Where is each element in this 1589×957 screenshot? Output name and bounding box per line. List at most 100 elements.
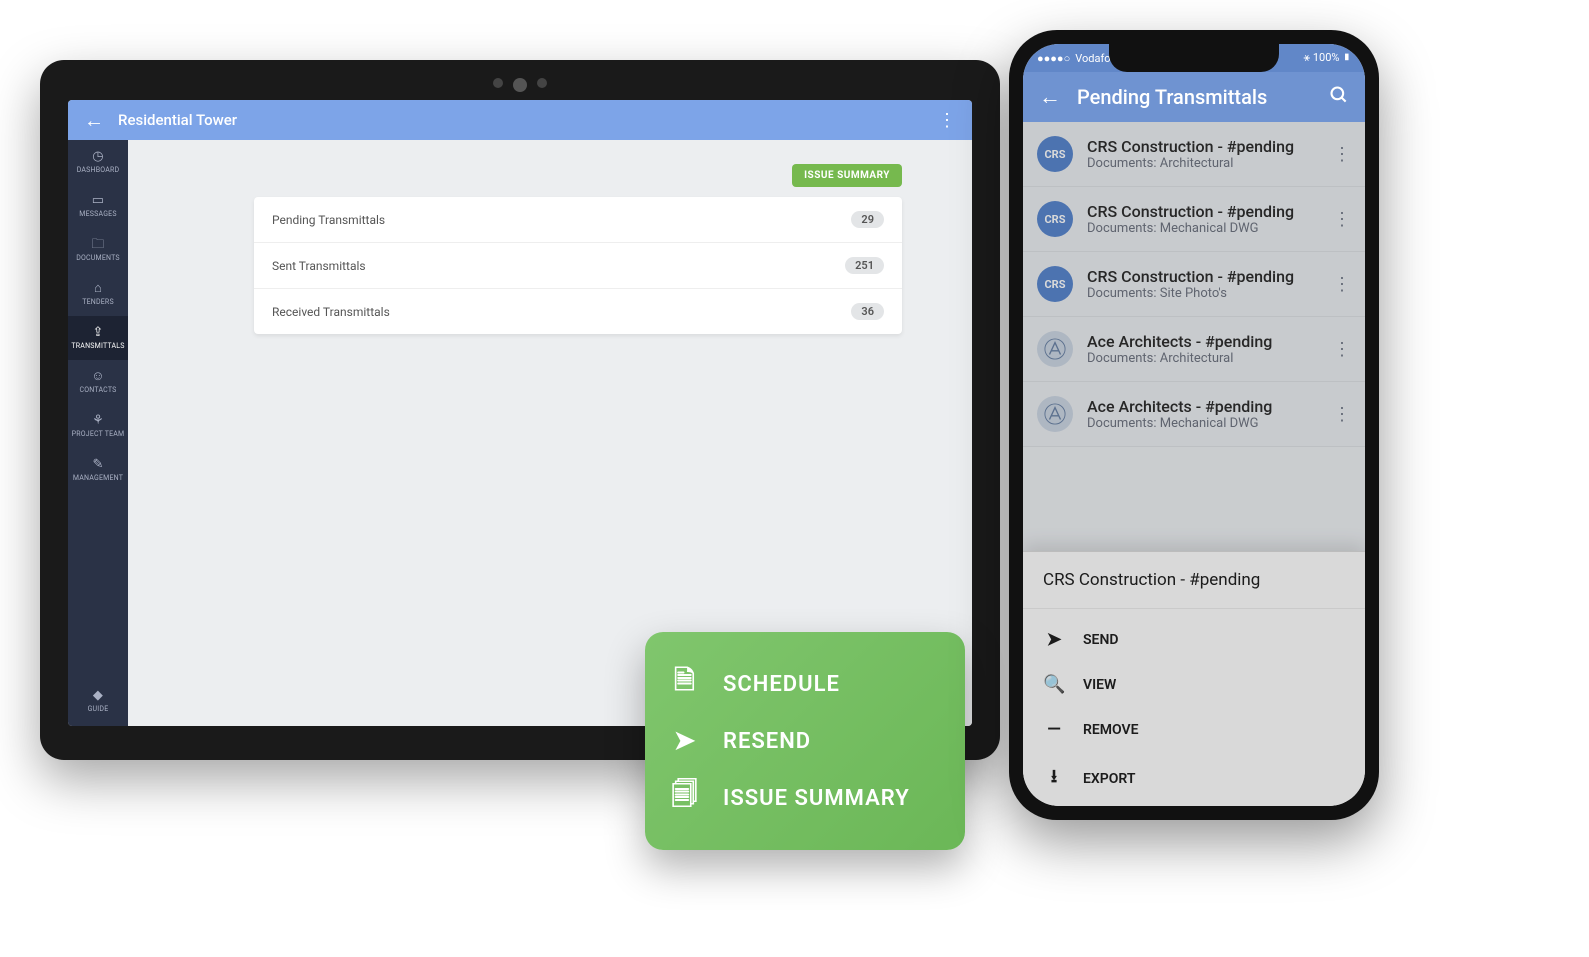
list-item[interactable]: CRS CRS Construction - #pendingDocuments:… — [1023, 252, 1365, 317]
sheet-action-view[interactable]: 🔍VIEW — [1023, 662, 1365, 707]
transmittal-row[interactable]: Pending Transmittals 29 — [254, 197, 902, 243]
sheet-action-label: EXPORT — [1083, 771, 1135, 787]
nav-label: GUIDE — [88, 706, 109, 713]
sidebar-item-messages[interactable]: ▭ MESSAGES — [68, 184, 128, 228]
item-subtitle: Documents: Site Photo's — [1087, 286, 1319, 301]
nav-label: DASHBOARD — [77, 167, 120, 174]
action-label: ISSUE SUMMARY — [723, 786, 910, 811]
sidebar-item-tenders[interactable]: ⌂ TENDERS — [68, 272, 128, 316]
sidebar: ◷ DASHBOARD ▭ MESSAGES 🗀 DOCUMENTS ⌂ TENDERS ⇪TR… — [68, 140, 128, 726]
nav-label: MANAGEMENT — [73, 475, 123, 482]
more-icon[interactable]: ⋮ — [938, 110, 956, 131]
item-title: CRS Construction - #pending — [1087, 267, 1319, 286]
nav-icon: ☺ — [91, 370, 104, 383]
more-icon[interactable]: ⋮ — [1333, 274, 1351, 295]
battery-label: 100% — [1313, 51, 1340, 64]
more-icon[interactable]: ⋮ — [1333, 404, 1351, 425]
list-item[interactable]: CRS CRS Construction - #pendingDocuments:… — [1023, 122, 1365, 187]
avatar: CRS — [1037, 266, 1073, 302]
app-bar: ← Residential Tower ⋮ — [68, 100, 972, 140]
action-sheet: CRS Construction - #pending ➤SEND🔍VIEW—RE… — [1023, 551, 1365, 806]
battery-icon: ▮ — [1342, 51, 1351, 64]
avatar — [1037, 331, 1073, 367]
sheet-action-label: VIEW — [1083, 677, 1116, 693]
sidebar-item-project-team[interactable]: ⚘ PROJECT TEAM — [68, 404, 128, 448]
action-resend[interactable]: ➤ RESEND — [669, 716, 941, 766]
bluetooth-icon: ⚹ — [1304, 51, 1311, 64]
avatar — [1037, 396, 1073, 432]
list-item[interactable]: Ace Architects - #pendingDocuments: Mech… — [1023, 382, 1365, 447]
more-icon[interactable]: ⋮ — [1333, 339, 1351, 360]
list-item[interactable]: Ace Architects - #pendingDocuments: Arch… — [1023, 317, 1365, 382]
page-title: Residential Tower — [118, 111, 237, 129]
nav-icon: ◷ — [92, 150, 104, 163]
nav-icon: ⌂ — [94, 282, 102, 295]
action-schedule[interactable]: 🗎 SCHEDULE — [669, 652, 941, 716]
item-subtitle: Documents: Mechanical DWG — [1087, 416, 1319, 431]
sidebar-item-dashboard[interactable]: ◷ DASHBOARD — [68, 140, 128, 184]
back-icon[interactable]: ← — [84, 108, 104, 133]
list-item[interactable]: CRS CRS Construction - #pendingDocuments:… — [1023, 187, 1365, 252]
sheet-action-export[interactable]: ⭳ EXPORT — [1023, 752, 1365, 806]
sidebar-item-guide[interactable]: ◆ GUIDE — [68, 676, 128, 726]
transmittal-row[interactable]: Received Transmittals 36 — [254, 289, 902, 334]
search-icon[interactable] — [1329, 85, 1349, 110]
sheet-title: CRS Construction - #pending — [1023, 552, 1365, 600]
count-badge: 251 — [845, 257, 884, 274]
back-icon[interactable]: ← — [1039, 84, 1061, 110]
row-label: Received Transmittals — [272, 305, 390, 319]
item-subtitle: Documents: Mechanical DWG — [1087, 221, 1319, 236]
sidebar-item-documents[interactable]: 🗀 DOCUMENTS — [68, 228, 128, 272]
item-title: Ace Architects - #pending — [1087, 397, 1319, 416]
count-badge: 36 — [851, 303, 884, 320]
avatar: CRS — [1037, 136, 1073, 172]
item-title: CRS Construction - #pending — [1087, 137, 1319, 156]
nav-icon: ⇪ — [92, 326, 103, 339]
action-label: RESEND — [723, 729, 811, 754]
sheet-action-remove[interactable]: —REMOVE — [1023, 707, 1365, 752]
item-subtitle: Documents: Architectural — [1087, 351, 1319, 366]
guide-icon: ◆ — [93, 689, 103, 702]
action-icon: ➤ — [669, 726, 701, 756]
nav-icon: ✎ — [92, 458, 103, 471]
sidebar-item-contacts[interactable]: ☺ CONTACTS — [68, 360, 128, 404]
phone-screen: ●●●●○ Vodafone AU 1:57 ⚹ 100% ▮ ← Pendin… — [1023, 44, 1365, 806]
nav-label: PROJECT TEAM — [72, 431, 125, 438]
action-icon: 🗎 — [669, 662, 701, 706]
item-title: CRS Construction - #pending — [1087, 202, 1319, 221]
issue-summary-button[interactable]: ISSUE SUMMARY — [792, 164, 902, 187]
item-subtitle: Documents: Architectural — [1087, 156, 1319, 171]
more-icon[interactable]: ⋮ — [1333, 144, 1351, 165]
action-label: SCHEDULE — [723, 672, 840, 697]
nav-label: CONTACTS — [79, 387, 116, 394]
nav-label: DOCUMENTS — [76, 255, 120, 262]
action-panel: 🗎 SCHEDULE ➤ RESEND 🗐 ISSUE SUMMARY — [645, 632, 965, 850]
sidebar-item-management[interactable]: ✎ MANAGEMENT — [68, 448, 128, 492]
item-title: Ace Architects - #pending — [1087, 332, 1319, 351]
nav-icon: ▭ — [92, 194, 104, 207]
transmittal-row[interactable]: Sent Transmittals 251 — [254, 243, 902, 289]
count-badge: 29 — [851, 211, 884, 228]
phone-header: ← Pending Transmittals — [1023, 72, 1365, 122]
more-icon[interactable]: ⋮ — [1333, 209, 1351, 230]
sheet-action-send[interactable]: ➤SEND — [1023, 617, 1365, 662]
phone-device: ●●●●○ Vodafone AU 1:57 ⚹ 100% ▮ ← Pendin… — [1009, 30, 1379, 820]
phone-notch — [1109, 44, 1279, 72]
action-issue-summary[interactable]: 🗐 ISSUE SUMMARY — [669, 766, 941, 830]
sidebar-item-transmittals[interactable]: ⇪TRANSMITTALS — [68, 316, 128, 360]
nav-label: TENDERS — [82, 299, 114, 306]
tablet-camera — [40, 78, 1000, 92]
nav-icon: ⚘ — [92, 414, 104, 427]
signal-dots-icon: ●●●●○ — [1037, 52, 1070, 65]
phone-title: Pending Transmittals — [1077, 85, 1313, 109]
sheet-action-label: REMOVE — [1083, 722, 1139, 738]
sheet-action-label: SEND — [1083, 632, 1118, 648]
row-label: Pending Transmittals — [272, 213, 385, 227]
action-icon: 🗐 — [669, 776, 701, 820]
nav-label: MESSAGES — [79, 211, 116, 218]
avatar: CRS — [1037, 201, 1073, 237]
transmittal-list: CRSCRS Construction - #pendingDocuments:… — [1023, 122, 1365, 551]
row-label: Sent Transmittals — [272, 259, 366, 273]
nav-icon: 🗀 — [91, 238, 104, 251]
sheet-action-icon: ⭳ — [1043, 764, 1065, 794]
